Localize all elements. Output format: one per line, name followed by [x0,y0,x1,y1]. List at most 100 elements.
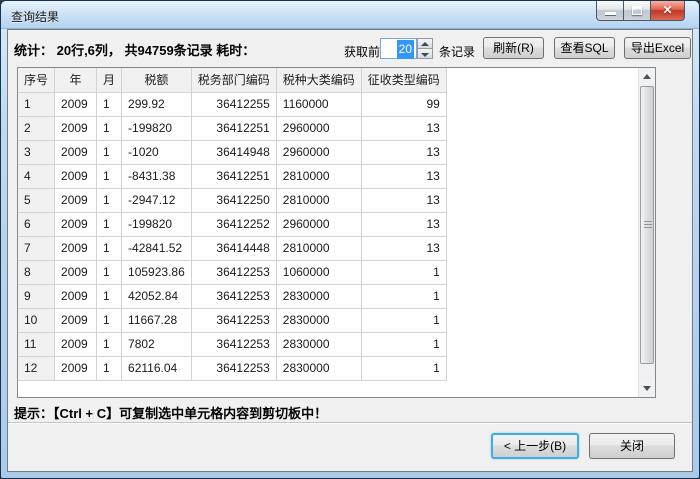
table-cell[interactable]: 36412253 [191,284,276,308]
table-cell[interactable]: 7802 [122,332,192,356]
table-cell[interactable]: 36412253 [191,356,276,380]
table-cell[interactable]: 36412253 [191,332,276,356]
table-cell[interactable]: 1 [97,188,122,212]
row-number-cell[interactable]: 2 [18,116,55,140]
table-cell[interactable]: 36412251 [191,116,276,140]
vertical-scrollbar[interactable] [638,68,655,397]
column-header[interactable]: 序号 [18,68,55,92]
table-cell[interactable]: 2810000 [276,188,361,212]
table-cell[interactable]: 1 [97,92,122,116]
table-cell[interactable]: -8431.38 [122,164,192,188]
table-cell[interactable]: 13 [361,188,446,212]
spin-up-button[interactable] [417,38,433,49]
table-cell[interactable]: 2009 [55,116,97,140]
table-cell[interactable]: -199820 [122,212,192,236]
row-number-cell[interactable]: 1 [18,92,55,116]
table-cell[interactable]: -2947.12 [122,188,192,212]
table-cell[interactable]: 36412255 [191,92,276,116]
table-cell[interactable]: 2830000 [276,332,361,356]
table-cell[interactable]: 1 [97,308,122,332]
table-cell[interactable]: 2830000 [276,308,361,332]
row-number-cell[interactable]: 9 [18,284,55,308]
table-cell[interactable]: 2009 [55,356,97,380]
table-cell[interactable]: 1 [97,332,122,356]
table-cell[interactable]: 105923.86 [122,260,192,284]
table-cell[interactable]: 1 [361,284,446,308]
row-number-cell[interactable]: 5 [18,188,55,212]
table-cell[interactable]: 1 [97,140,122,164]
table-cell[interactable]: 62116.04 [122,356,192,380]
table-cell[interactable]: 2960000 [276,116,361,140]
table-cell[interactable]: 2009 [55,92,97,116]
column-header[interactable]: 征收类型编码 [361,68,446,92]
scroll-down-button[interactable] [639,380,655,397]
view-sql-button[interactable]: 查看SQL [554,37,615,59]
table-cell[interactable]: 1 [361,332,446,356]
table-cell[interactable]: 13 [361,236,446,260]
table-cell[interactable]: 1 [361,308,446,332]
table-cell[interactable]: 11667.28 [122,308,192,332]
row-number-cell[interactable]: 10 [18,308,55,332]
table-cell[interactable]: 2810000 [276,236,361,260]
table-cell[interactable]: 2009 [55,140,97,164]
table-cell[interactable]: 2960000 [276,140,361,164]
spin-down-button[interactable] [417,49,433,59]
fetch-count-input[interactable]: 20 [380,38,417,59]
export-excel-button[interactable]: 导出Excel [624,37,691,59]
table-cell[interactable]: 1 [97,116,122,140]
column-header[interactable]: 税种大类编码 [276,68,361,92]
table-cell[interactable]: 36414948 [191,140,276,164]
table-cell[interactable]: 2009 [55,308,97,332]
row-number-cell[interactable]: 6 [18,212,55,236]
table-cell[interactable]: 1 [97,236,122,260]
row-number-cell[interactable]: 12 [18,356,55,380]
column-header[interactable]: 税务部门编码 [191,68,276,92]
table-cell[interactable]: -42841.52 [122,236,192,260]
scroll-up-button[interactable] [639,68,655,85]
column-header[interactable]: 税额 [122,68,192,92]
table-cell[interactable]: 99 [361,92,446,116]
table-cell[interactable]: 1 [97,212,122,236]
row-number-cell[interactable]: 4 [18,164,55,188]
table-cell[interactable]: 2009 [55,332,97,356]
refresh-button[interactable]: 刷新(R) [483,37,544,59]
table-cell[interactable]: -1020 [122,140,192,164]
table-cell[interactable]: 1 [97,164,122,188]
table-cell[interactable]: 2009 [55,284,97,308]
back-button[interactable]: < 上一步(B) [491,433,579,459]
table-cell[interactable]: 36412250 [191,188,276,212]
table-cell[interactable]: 42052.84 [122,284,192,308]
table-cell[interactable]: 13 [361,164,446,188]
table-cell[interactable]: 36412252 [191,212,276,236]
table-cell[interactable]: 2830000 [276,284,361,308]
table-cell[interactable]: 1 [97,260,122,284]
table-cell[interactable]: 13 [361,140,446,164]
row-number-cell[interactable]: 8 [18,260,55,284]
table-cell[interactable]: 13 [361,212,446,236]
title-bar[interactable]: 查询结果 ✕ [1,1,699,29]
table-cell[interactable]: 36412253 [191,308,276,332]
table-cell[interactable]: -199820 [122,116,192,140]
table-cell[interactable]: 1 [361,356,446,380]
table-cell[interactable]: 1060000 [276,260,361,284]
minimize-button[interactable] [596,1,624,21]
table-cell[interactable]: 2009 [55,188,97,212]
table-cell[interactable]: 36412251 [191,164,276,188]
table-cell[interactable]: 2960000 [276,212,361,236]
table-cell[interactable]: 2830000 [276,356,361,380]
table-cell[interactable]: 2009 [55,260,97,284]
table-cell[interactable]: 36414448 [191,236,276,260]
column-header[interactable]: 年 [55,68,97,92]
table-cell[interactable]: 1160000 [276,92,361,116]
table-cell[interactable]: 2009 [55,164,97,188]
table-cell[interactable]: 2009 [55,236,97,260]
close-window-button[interactable]: ✕ [651,1,685,21]
table-cell[interactable]: 2009 [55,212,97,236]
scrollbar-thumb[interactable] [640,86,654,364]
table-cell[interactable]: 299.92 [122,92,192,116]
table-cell[interactable]: 1 [97,284,122,308]
row-number-cell[interactable]: 11 [18,332,55,356]
row-number-cell[interactable]: 7 [18,236,55,260]
table-cell[interactable]: 1 [97,356,122,380]
table-cell[interactable]: 1 [361,260,446,284]
